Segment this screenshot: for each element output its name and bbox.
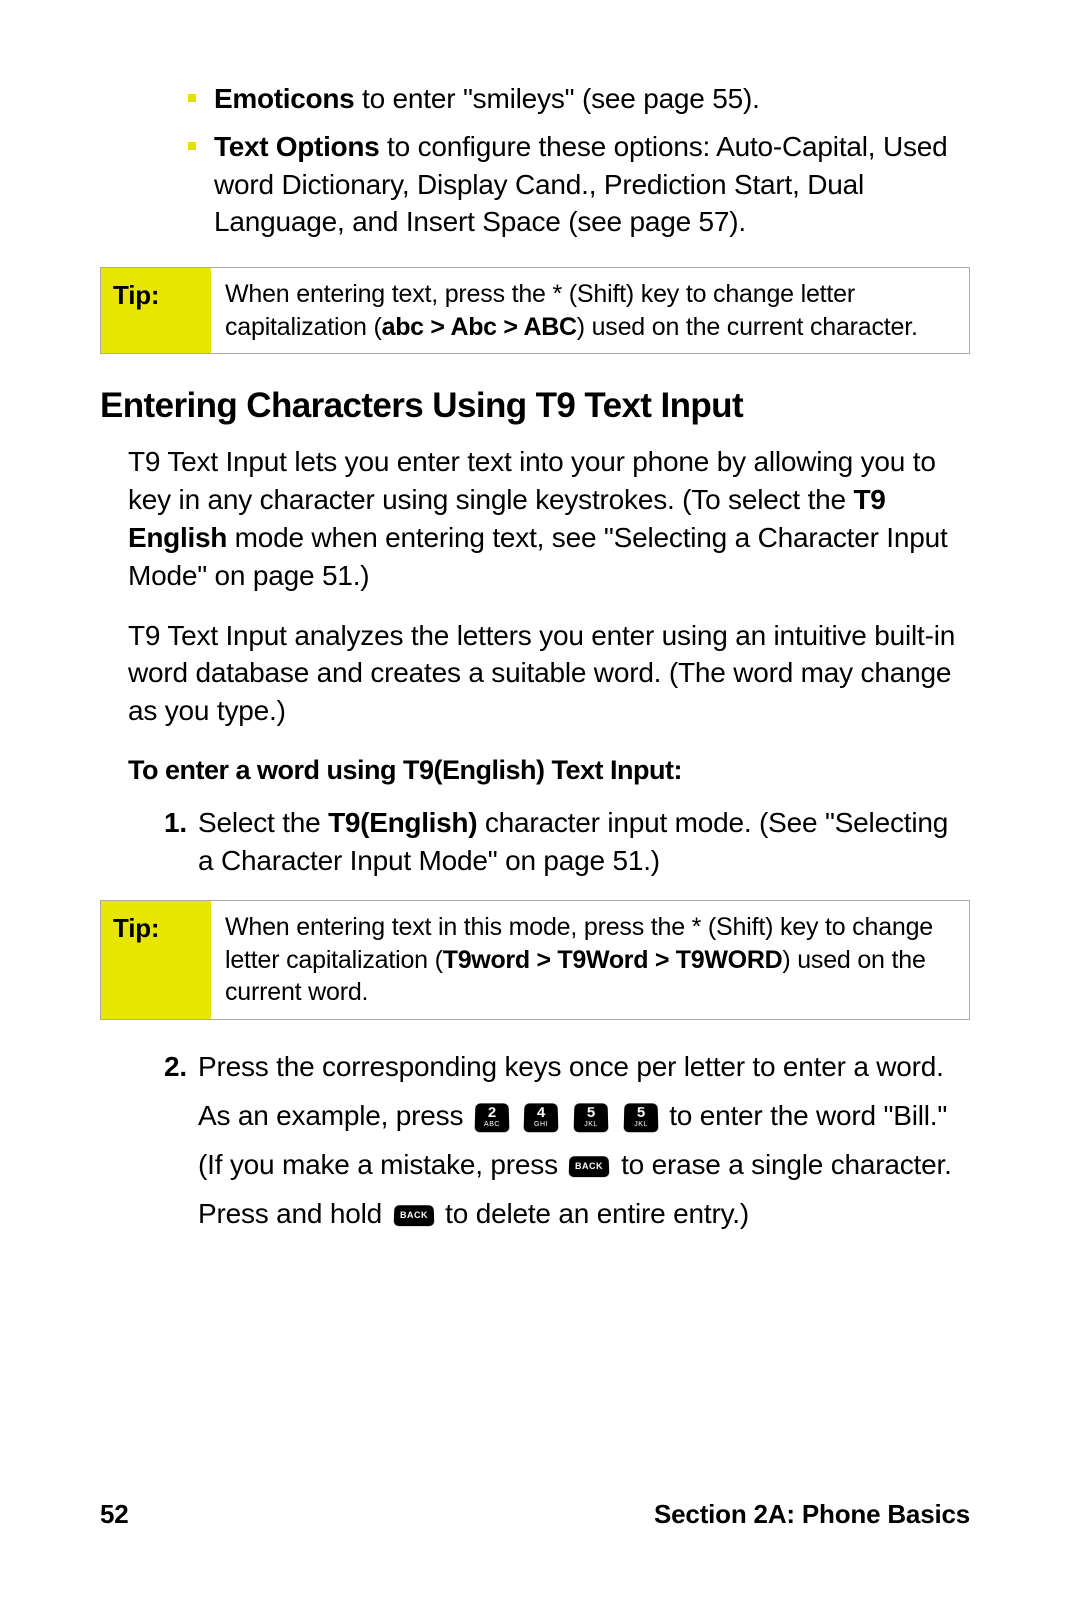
paragraph-1: T9 Text Input lets you enter text into y… [100, 443, 970, 594]
step-list-1: 1. Select the T9(English) character inpu… [100, 804, 970, 880]
key-back-icon: BACK [393, 1205, 434, 1226]
para-text: T9 Text Input lets you enter text into y… [128, 446, 936, 515]
bullet-bold: Emoticons [214, 83, 354, 114]
step-1: 1. Select the T9(English) character inpu… [164, 804, 970, 880]
tip-text: ) used on the current character. [577, 313, 918, 341]
tip-label: Tip: [101, 268, 211, 353]
section-label: Section 2A: Phone Basics [654, 1499, 970, 1530]
bullet-text-options: Text Options to configure these options:… [188, 128, 970, 241]
key-5-icon: 5JKL [574, 1103, 609, 1132]
page-footer: 52 Section 2A: Phone Basics [100, 1499, 970, 1530]
step-text: to delete an entire entry.) [445, 1198, 749, 1229]
tip-body: When entering text, press the * (Shift) … [211, 268, 969, 353]
tip-box-2: Tip: When entering text in this mode, pr… [100, 900, 970, 1020]
step-text: Select the [198, 807, 328, 838]
step-number: 2. [164, 1042, 187, 1091]
page-number: 52 [100, 1499, 129, 1530]
paragraph-2: T9 Text Input analyzes the letters you e… [100, 617, 970, 730]
tip-box-1: Tip: When entering text, press the * (Sh… [100, 267, 970, 354]
para-text: mode when entering text, see "Selecting … [128, 522, 948, 591]
tip-body: When entering text in this mode, press t… [211, 901, 969, 1019]
tip-bold: abc > Abc > ABC [382, 313, 577, 341]
key-5-icon: 5JKL [623, 1103, 658, 1132]
bullet-text: to enter "smileys" (see page 55). [354, 83, 759, 114]
step-list-2: 2. Press the corresponding keys once per… [100, 1042, 970, 1238]
bullet-emoticons: Emoticons to enter "smileys" (see page 5… [188, 80, 970, 118]
key-4-icon: 4GHI [524, 1103, 559, 1132]
section-heading: Entering Characters Using T9 Text Input [100, 382, 970, 429]
bullet-bold: Text Options [214, 131, 379, 162]
substep-heading: To enter a word using T9(English) Text I… [100, 752, 970, 788]
step-bold: T9(English) [328, 807, 477, 838]
step-number: 1. [164, 804, 187, 842]
step-2: 2. Press the corresponding keys once per… [164, 1042, 970, 1238]
key-back-icon: BACK [569, 1156, 610, 1177]
tip-label: Tip: [101, 901, 211, 1019]
sub-bullet-list: Emoticons to enter "smileys" (see page 5… [100, 80, 970, 241]
tip-bold: T9word > T9Word > T9WORD [443, 946, 783, 974]
key-2-icon: 2ABC [474, 1103, 509, 1132]
